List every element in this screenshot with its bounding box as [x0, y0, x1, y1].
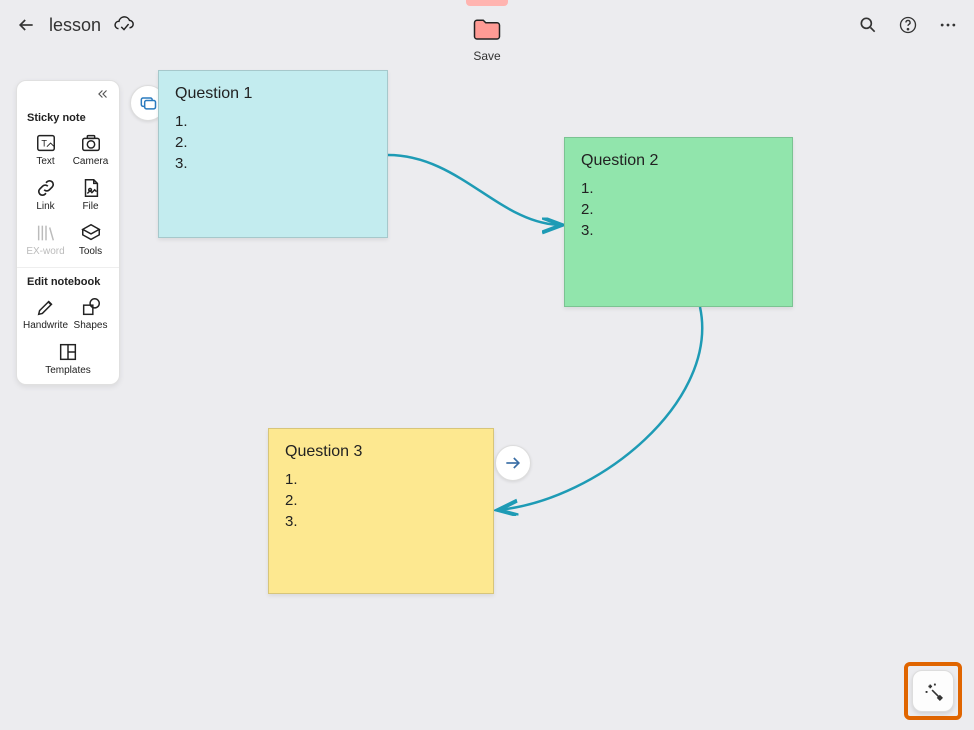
- note2-line1: 1.: [581, 178, 776, 199]
- note1-title: Question 1: [175, 85, 371, 103]
- note1-line3: 3.: [175, 153, 371, 174]
- note2-line2: 2.: [581, 199, 776, 220]
- note3-handle-arrow-icon[interactable]: [495, 445, 531, 481]
- magic-wand-button[interactable]: [912, 670, 954, 712]
- canvas[interactable]: Question 1 1. 2. 3. Question 2 1. 2. 3. …: [0, 0, 974, 730]
- note1-line2: 2.: [175, 132, 371, 153]
- magic-wand-highlight: [904, 662, 962, 720]
- note3-line1: 1.: [285, 469, 477, 490]
- note3-title: Question 3: [285, 443, 477, 461]
- note-question-2[interactable]: Question 2 1. 2. 3.: [564, 137, 793, 307]
- magic-wand-icon: [922, 680, 944, 702]
- note-question-3[interactable]: Question 3 1. 2. 3.: [268, 428, 494, 594]
- note3-line3: 3.: [285, 511, 477, 532]
- note2-line3: 3.: [581, 220, 776, 241]
- note2-title: Question 2: [581, 152, 776, 170]
- note3-line2: 2.: [285, 490, 477, 511]
- note-question-1[interactable]: Question 1 1. 2. 3.: [158, 70, 388, 238]
- note1-line1: 1.: [175, 111, 371, 132]
